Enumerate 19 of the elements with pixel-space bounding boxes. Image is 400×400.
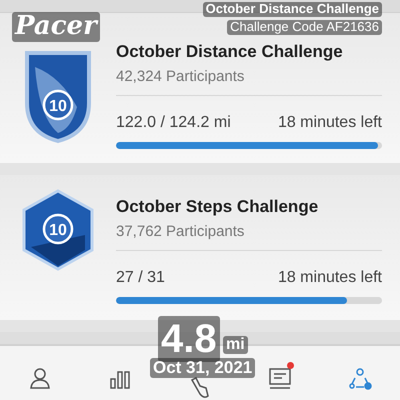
overlay-title: October Distance Challenge: [202, 2, 382, 17]
overlay-date: Oct 31, 2021: [150, 358, 256, 378]
challenge-code: Challenge Code AF21636: [227, 20, 382, 35]
distance-unit: mi: [223, 336, 248, 354]
hexagon-badge-icon: 10: [21, 189, 95, 271]
challenge-card[interactable]: 10 October Steps Challenge 37,762 Participants 27 / 31 18 minutes left: [0, 175, 400, 320]
progress-text: 27 / 31: [116, 269, 165, 287]
progress-text: 122.0 / 124.2 mi: [116, 114, 231, 132]
shoe-icon: [188, 376, 212, 400]
logo: Pacer: [12, 12, 100, 42]
person-icon: [28, 366, 52, 390]
challenge-title: October Steps Challenge: [116, 197, 320, 217]
group-icon: [348, 366, 372, 390]
time-left: 18 minutes left: [278, 269, 382, 287]
inbox-icon: [268, 366, 292, 390]
time-left: 18 minutes left: [278, 114, 382, 132]
participants-count: 42,324 Participants: [116, 68, 382, 96]
participants-count: 37,762 Participants: [116, 223, 382, 251]
challenge-title: October Distance Challenge: [116, 42, 344, 62]
